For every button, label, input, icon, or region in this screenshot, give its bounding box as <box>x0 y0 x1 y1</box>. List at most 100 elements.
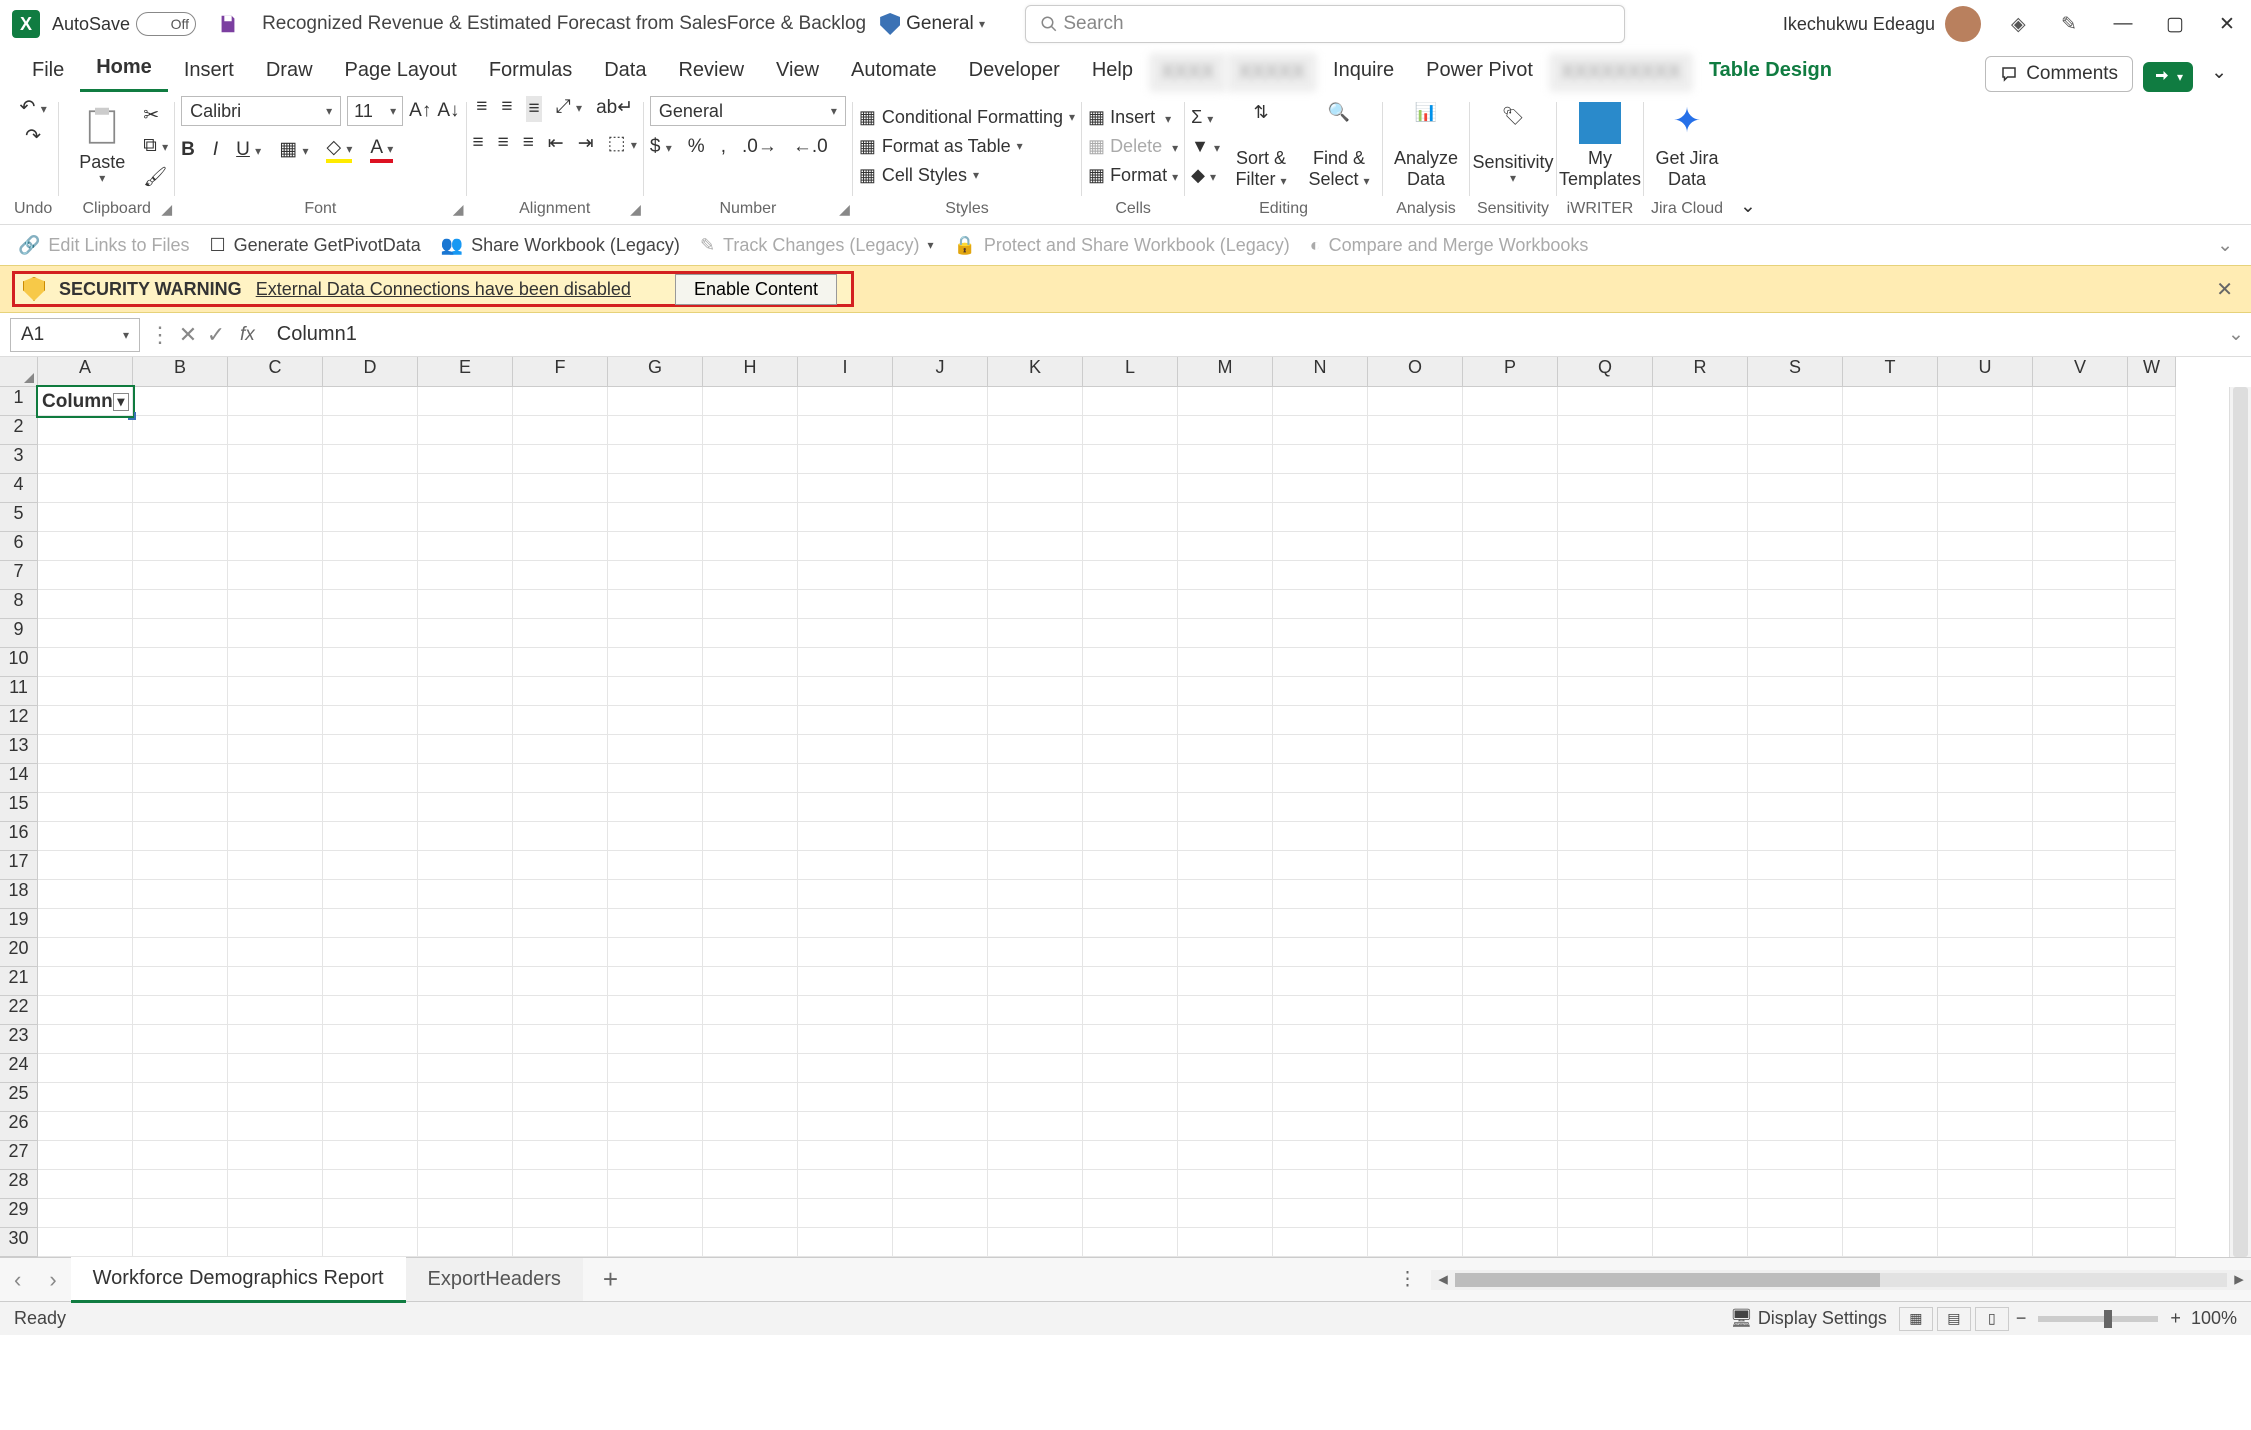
cell[interactable] <box>323 387 418 416</box>
tab-inquire[interactable]: Inquire <box>1317 51 1410 92</box>
cell[interactable] <box>228 822 323 851</box>
cell[interactable] <box>1558 851 1653 880</box>
analyze-data-button[interactable]: 📊AnalyzeData <box>1389 102 1463 189</box>
cell[interactable] <box>1463 967 1558 996</box>
cell[interactable] <box>2033 1054 2128 1083</box>
cell[interactable] <box>323 648 418 677</box>
cell[interactable] <box>418 387 513 416</box>
cell[interactable] <box>2033 532 2128 561</box>
security-close-button[interactable]: ✕ <box>2216 277 2233 302</box>
find-select-button[interactable]: 🔍Find &Select ▾ <box>1302 102 1376 189</box>
row-header-9[interactable]: 9 <box>0 619 38 648</box>
cell[interactable] <box>323 967 418 996</box>
row-header-24[interactable]: 24 <box>0 1054 38 1083</box>
cell[interactable] <box>1748 938 1843 967</box>
cell[interactable] <box>1178 1170 1273 1199</box>
row-header-12[interactable]: 12 <box>0 706 38 735</box>
cell[interactable] <box>1273 793 1368 822</box>
cell[interactable] <box>1558 822 1653 851</box>
cell[interactable] <box>1178 1199 1273 1228</box>
cell[interactable] <box>608 706 703 735</box>
cell[interactable] <box>323 1141 418 1170</box>
cell[interactable] <box>893 996 988 1025</box>
cell[interactable] <box>1273 706 1368 735</box>
cell[interactable] <box>38 532 133 561</box>
cell[interactable] <box>1938 822 2033 851</box>
cell[interactable] <box>2128 445 2176 474</box>
cell[interactable] <box>893 474 988 503</box>
cell[interactable] <box>323 474 418 503</box>
cell[interactable] <box>988 764 1083 793</box>
cell[interactable] <box>38 1112 133 1141</box>
cell[interactable] <box>703 1112 798 1141</box>
cell[interactable] <box>1843 648 1938 677</box>
cell[interactable] <box>1843 590 1938 619</box>
cell[interactable] <box>323 619 418 648</box>
format-painter-button[interactable]: 🖌 <box>143 165 168 189</box>
cell[interactable] <box>798 851 893 880</box>
cell[interactable] <box>2128 1141 2176 1170</box>
percent-button[interactable]: % <box>688 136 705 158</box>
cell[interactable] <box>1178 416 1273 445</box>
cell[interactable] <box>418 967 513 996</box>
cell[interactable] <box>1463 590 1558 619</box>
cell[interactable] <box>893 1141 988 1170</box>
cell[interactable] <box>1653 474 1748 503</box>
cell[interactable] <box>1938 445 2033 474</box>
cell[interactable] <box>513 416 608 445</box>
cell[interactable] <box>1463 648 1558 677</box>
cell[interactable] <box>1083 1112 1178 1141</box>
wrap-text-button[interactable]: ab↵ <box>596 96 633 122</box>
cell[interactable] <box>418 1083 513 1112</box>
cell[interactable] <box>893 590 988 619</box>
cell[interactable] <box>1558 648 1653 677</box>
cell[interactable] <box>228 909 323 938</box>
sheet-tab-exportheaders[interactable]: ExportHeaders <box>406 1258 583 1301</box>
cell[interactable] <box>1843 909 1938 938</box>
cell[interactable] <box>1368 532 1463 561</box>
cell[interactable] <box>2128 1025 2176 1054</box>
number-format-select[interactable]: General▾ <box>650 96 846 126</box>
font-color-button[interactable]: A ▾ <box>370 137 393 163</box>
cell[interactable] <box>323 764 418 793</box>
cell[interactable] <box>1843 532 1938 561</box>
tab-view[interactable]: View <box>760 51 835 92</box>
cell[interactable] <box>1748 822 1843 851</box>
cell[interactable] <box>1083 996 1178 1025</box>
cell[interactable] <box>323 1083 418 1112</box>
cell[interactable] <box>133 1141 228 1170</box>
cell[interactable] <box>133 532 228 561</box>
my-templates-button[interactable]: MyTemplates <box>1563 102 1637 189</box>
cell[interactable] <box>1273 909 1368 938</box>
col-header-H[interactable]: H <box>703 357 798 387</box>
col-header-U[interactable]: U <box>1938 357 2033 387</box>
cell[interactable] <box>323 996 418 1025</box>
cell[interactable] <box>228 503 323 532</box>
cell[interactable] <box>1368 590 1463 619</box>
cell[interactable] <box>2128 1054 2176 1083</box>
cell[interactable] <box>323 706 418 735</box>
cell[interactable] <box>1273 677 1368 706</box>
cell[interactable] <box>1843 1112 1938 1141</box>
cell[interactable] <box>133 764 228 793</box>
insert-cells-button[interactable]: ▦ Insert ▾ <box>1088 107 1178 128</box>
cell[interactable] <box>608 793 703 822</box>
cell[interactable] <box>1558 532 1653 561</box>
col-header-V[interactable]: V <box>2033 357 2128 387</box>
cell[interactable] <box>1653 996 1748 1025</box>
cell[interactable] <box>893 793 988 822</box>
cell[interactable] <box>1083 967 1178 996</box>
cell[interactable] <box>1178 1228 1273 1257</box>
cell[interactable] <box>1748 619 1843 648</box>
cell[interactable] <box>1938 909 2033 938</box>
tab-developer[interactable]: Developer <box>953 51 1076 92</box>
cell[interactable] <box>323 793 418 822</box>
cell-styles-button[interactable]: ▦ Cell Styles ▾ <box>859 165 1075 186</box>
cell[interactable] <box>608 561 703 590</box>
cell[interactable] <box>1178 561 1273 590</box>
cell[interactable] <box>1558 1083 1653 1112</box>
spreadsheet-grid[interactable]: ABCDEFGHIJKLMNOPQRSTUVW 1234567891011121… <box>0 357 2251 1257</box>
add-sheet-button[interactable]: + <box>583 1264 638 1295</box>
cell[interactable] <box>2128 909 2176 938</box>
cell[interactable] <box>1653 909 1748 938</box>
